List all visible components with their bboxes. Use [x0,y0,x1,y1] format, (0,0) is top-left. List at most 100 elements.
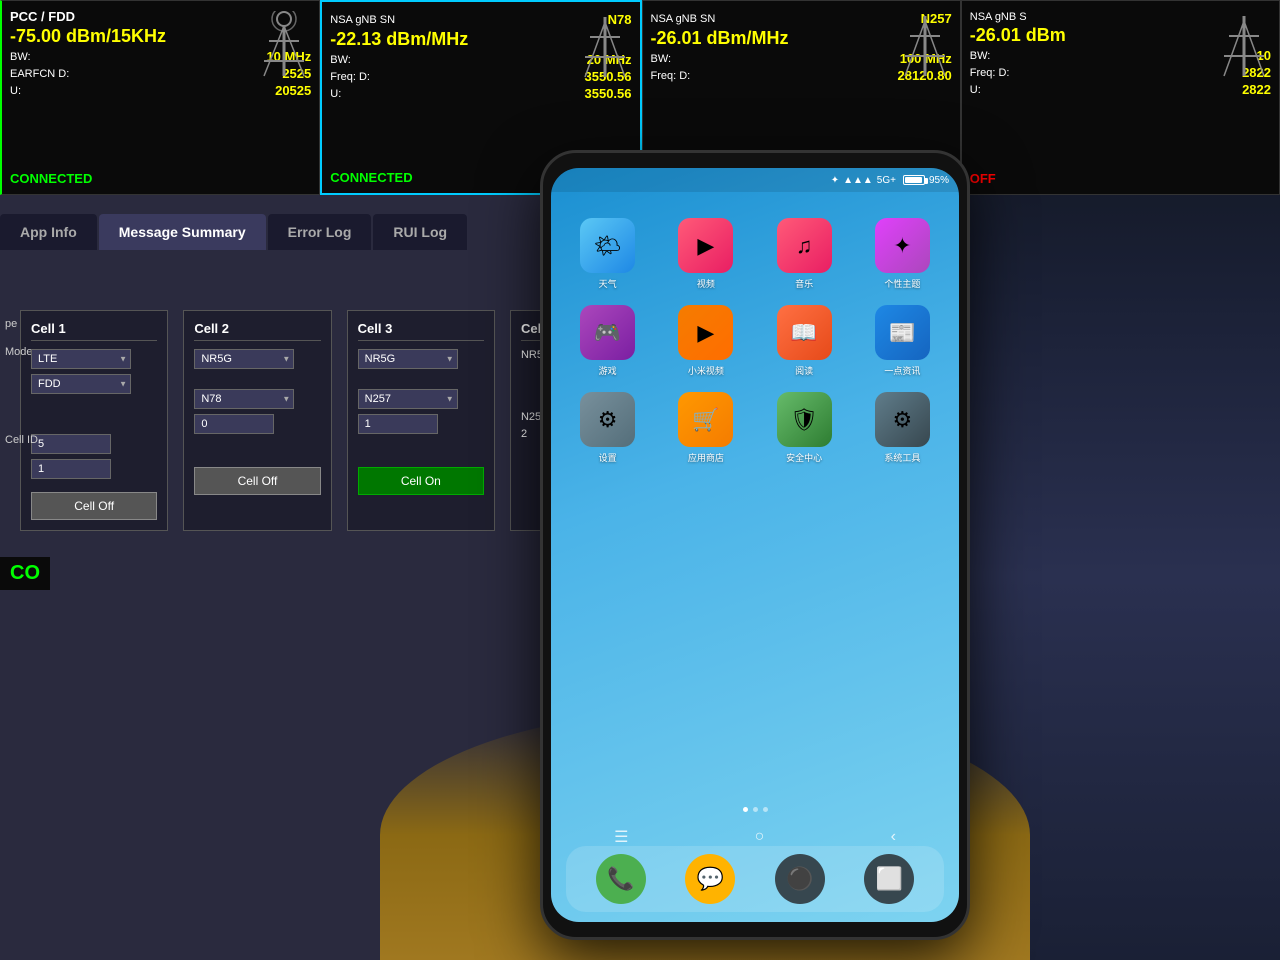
cell-2-type-select[interactable]: NR5G LTE [194,349,294,369]
app-theme[interactable]: ✦ 个性主题 [861,218,944,290]
app-reading-label: 阅读 [795,364,813,377]
tower-icon-1 [259,11,309,81]
network-type-label: 5G+ [877,175,896,186]
cell-1-earfcn-input[interactable] [31,434,111,454]
cell-2-earfcn-input[interactable] [194,414,274,434]
page-dot-2 [753,807,758,812]
phone-device: ✦ ▲▲▲ 5G+ 95% 🌤 天气 ▶ 视频 [540,150,970,940]
app-news-icon: 📰 [875,305,930,360]
app-video-icon: ▶ [678,218,733,273]
dock-camera-icon[interactable]: ⚫ [775,854,825,904]
app-news-label: 一点资讯 [884,364,920,377]
tab-app-info[interactable]: App Info [0,214,97,250]
page-dot-1 [743,807,748,812]
app-games-icon: 🎮 [580,305,635,360]
label-type: pe [5,310,38,338]
app-store-label: 应用商店 [688,451,724,464]
nav-menu-button[interactable]: ☰ [614,827,628,847]
cell-3-type-row: NR5G LTE ▼ [358,349,484,369]
panel-4-status: OFF [970,171,996,186]
app-tools[interactable]: ⚙ 系统工具 [861,392,944,464]
panel-2-freq-label: Freq: D: [330,71,370,83]
bluetooth-icon: ✦ [831,175,839,186]
dock-messages-icon[interactable]: 💬 [685,854,735,904]
tower-icon-3 [900,11,950,81]
cell-3-type-wrapper: NR5G LTE ▼ [358,349,458,369]
cell-2-title: Cell 2 [194,321,320,341]
app-weather-icon: 🌤 [580,218,635,273]
cell-4-band: N25 [521,411,541,423]
panel-1-earfcn-label: EARFCN D: [10,68,69,80]
tower-icon-2 [580,12,630,82]
app-games-label: 游戏 [599,364,617,377]
panel-1-u-label: U: [10,85,21,97]
cell-1-mode-select[interactable]: FDD TDD [31,374,131,394]
cell-1-mode-row: FDD TDD ▼ [31,374,157,394]
app-theme-icon: ✦ [875,218,930,273]
panel-3-title: NSA gNB SN [651,13,716,25]
panel-1: PCC / FDD -75.00 dBm/15KHz BW: 10 MHz EA… [0,0,320,195]
cell-1-type-select[interactable]: LTE NR5G [31,349,131,369]
cell-3-on-button[interactable]: Cell On [358,467,484,495]
tab-message-summary[interactable]: Message Summary [99,214,266,250]
phone-dock: 📞 💬 ⚫ ⬜ [566,846,944,912]
dock-phone-icon[interactable]: 📞 [596,854,646,904]
cell-2-off-button[interactable]: Cell Off [194,467,320,495]
cell-1-cellid-input[interactable] [31,459,111,479]
panel-2-bw-label: BW: [330,54,351,66]
cell-3-spacer1 [358,374,484,384]
cell-1-spacer [31,399,157,429]
cell-3-type-select[interactable]: NR5G LTE [358,349,458,369]
app-games[interactable]: 🎮 游戏 [566,305,649,377]
app-video-label: 视频 [697,277,715,290]
nav-home-button[interactable]: ○ [755,828,765,846]
app-video[interactable]: ▶ 视频 [664,218,747,290]
app-settings-label: 设置 [599,451,617,464]
panel-4-title: NSA gNB S [970,11,1027,23]
signal-icon: ▲▲▲ [843,175,873,186]
cell-1-off-button[interactable]: Cell Off [31,492,157,520]
co-status-label: CO [0,557,50,590]
phone-screen: ✦ ▲▲▲ 5G+ 95% 🌤 天气 ▶ 视频 [551,168,959,922]
dock-more-icon[interactable]: ⬜ [864,854,914,904]
app-settings[interactable]: ⚙ 设置 [566,392,649,464]
panel-2-status: CONNECTED [330,170,412,185]
cell-1-cellid-row [31,459,157,479]
app-music-label: 音乐 [795,277,813,290]
panel-2-title: NSA gNB SN [330,14,395,26]
app-grid: 🌤 天气 ▶ 视频 ♫ 音乐 ✦ 个性主题 🎮 游戏 [566,218,944,464]
app-mi-video-icon: ▶ [678,305,733,360]
cell-2-band-select[interactable]: N78 N257 [194,389,294,409]
tab-error-log[interactable]: Error Log [268,214,372,250]
cell-3-band-wrapper: N257 N78 ▼ [358,389,458,409]
cell-3-band-row: N257 N78 ▼ [358,389,484,409]
app-weather[interactable]: 🌤 天气 [566,218,649,290]
cell-2-spacer1 [194,374,320,384]
phone-body: ✦ ▲▲▲ 5G+ 95% 🌤 天气 ▶ 视频 [540,150,970,940]
panel-1-status: CONNECTED [10,171,92,186]
app-tools-icon: ⚙ [875,392,930,447]
cell-3-earfcn-input[interactable] [358,414,438,434]
panel-4-freq-u: 2822 [1242,82,1271,97]
app-security-label: 安全中心 [786,451,822,464]
cell-2-panel: Cell 2 NR5G LTE ▼ N78 N257 ▼ [183,310,331,531]
nav-back-button[interactable]: ‹ [891,828,896,846]
cell-2-type-wrapper: NR5G LTE ▼ [194,349,294,369]
app-store[interactable]: 🛒 应用商店 [664,392,747,464]
app-store-icon: 🛒 [678,392,733,447]
panel-4: NSA gNB S -26.01 dBm BW: 10 Freq: D: 282… [961,0,1280,195]
cell-1-earfcn-row [31,434,157,454]
app-music[interactable]: ♫ 音乐 [763,218,846,290]
app-reading[interactable]: 📖 阅读 [763,305,846,377]
panel-2-freq-u: 3550.56 [585,86,632,101]
app-mi-video-label: 小米视频 [688,364,724,377]
cell-3-band-select[interactable]: N257 N78 [358,389,458,409]
tab-rui-log[interactable]: RUI Log [373,214,467,250]
app-security[interactable]: 🛡 安全中心 [763,392,846,464]
cell-1-type-wrapper: LTE NR5G ▼ [31,349,131,369]
cell-2-band-row: N78 N257 ▼ [194,389,320,409]
app-news[interactable]: 📰 一点资讯 [861,305,944,377]
app-mi-video[interactable]: ▶ 小米视频 [664,305,747,377]
panel-3-freq-label: Freq: D: [651,70,691,82]
app-reading-icon: 📖 [777,305,832,360]
